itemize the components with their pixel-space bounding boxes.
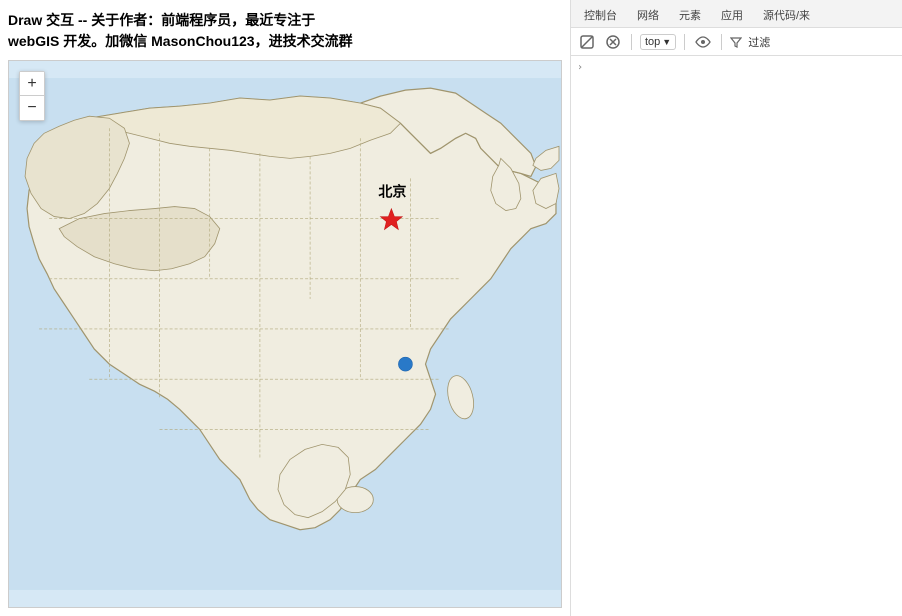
zoom-out-button[interactable]: − xyxy=(20,96,44,120)
devtools-panel: 控制台 网络 元素 应用 源代码/来 top ▼ xyxy=(570,0,902,616)
description-line2: webGIS 开发。加微信 MasonChou123，进技术交流群 xyxy=(8,33,353,49)
toolbar-divider xyxy=(631,34,632,50)
block-icon xyxy=(580,35,594,49)
tab-sources[interactable]: 源代码/来 xyxy=(754,2,819,27)
description-line1: Draw 交互 -- 关于作者：前端程序员，最近专注于 xyxy=(8,12,315,28)
clear-icon xyxy=(606,35,620,49)
filter-label: 过滤 xyxy=(748,34,770,50)
devtools-toolbar: top ▼ 过滤 xyxy=(571,28,902,56)
chevron-right-icon: › xyxy=(577,62,583,73)
description: Draw 交互 -- 关于作者：前端程序员，最近专注于 webGIS 开发。加微… xyxy=(0,0,570,60)
tab-console[interactable]: 控制台 xyxy=(575,2,626,27)
map-container: + − xyxy=(8,60,562,608)
svg-text:北京: 北京 xyxy=(378,184,406,200)
left-panel: Draw 交互 -- 关于作者：前端程序员，最近专注于 webGIS 开发。加微… xyxy=(0,0,570,616)
block-icon-button[interactable] xyxy=(577,32,597,52)
top-dropdown[interactable]: top ▼ xyxy=(640,34,676,50)
tab-network[interactable]: 网络 xyxy=(628,2,668,27)
tab-application[interactable]: 应用 xyxy=(712,2,752,27)
zoom-in-button[interactable]: + xyxy=(20,72,44,96)
map-svg: 北京 xyxy=(9,61,561,607)
toolbar-divider-3 xyxy=(721,34,722,50)
filter-icon xyxy=(730,36,742,48)
eye-icon xyxy=(695,36,711,48)
devtools-tabs: 控制台 网络 元素 应用 源代码/来 xyxy=(571,0,902,28)
clear-icon-button[interactable] xyxy=(603,32,623,52)
top-value: top xyxy=(645,36,660,48)
zoom-controls: + − xyxy=(19,71,45,121)
visibility-icon-button[interactable] xyxy=(693,32,713,52)
toolbar-divider-2 xyxy=(684,34,685,50)
chevron-down-icon: ▼ xyxy=(662,37,671,47)
tab-elements[interactable]: 元素 xyxy=(670,2,710,27)
devtools-content: › xyxy=(571,56,902,616)
